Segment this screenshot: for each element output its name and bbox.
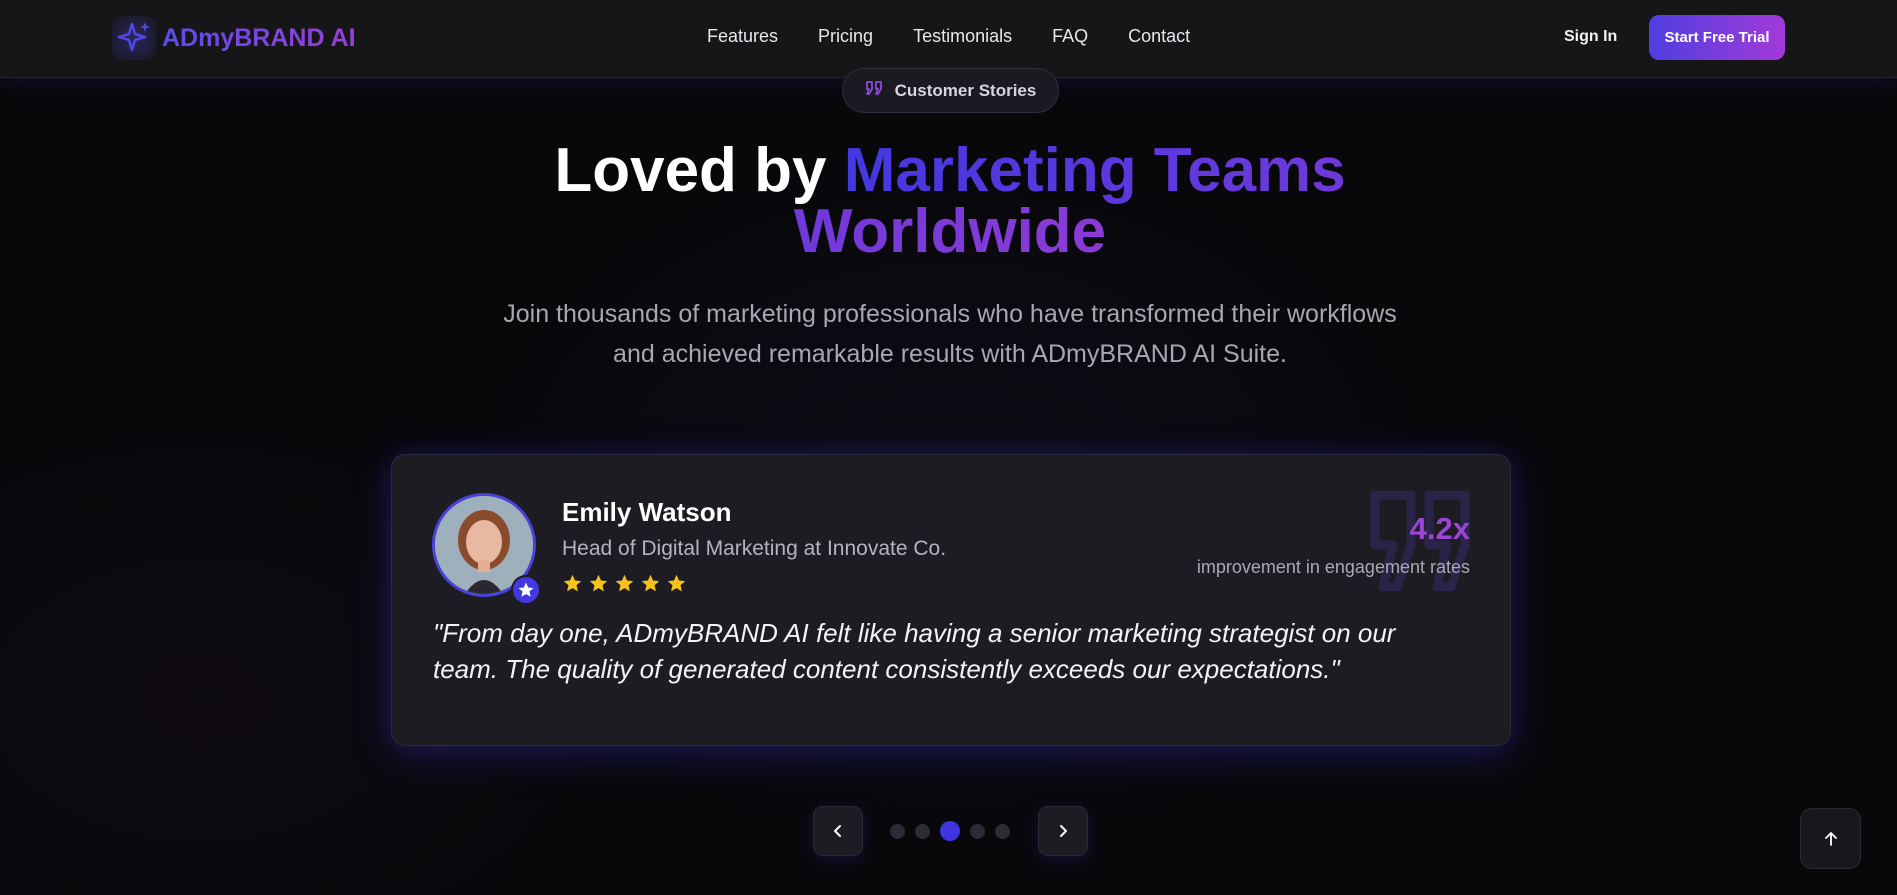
section-title: Loved by Marketing Teams Worldwide (450, 140, 1450, 263)
nav-link-faq[interactable]: FAQ (1052, 26, 1088, 47)
nav-link-features[interactable]: Features (707, 26, 778, 47)
section-badge: Customer Stories (842, 68, 1059, 113)
rating-stars (562, 573, 692, 594)
quote-icon (865, 79, 885, 102)
title-gradient: Marketing Teams Worldwide (793, 136, 1346, 266)
badge-label: Customer Stories (894, 80, 1037, 100)
carousel-dot-active[interactable] (940, 821, 960, 841)
nav-links: Features Pricing Testimonials FAQ Contac… (707, 26, 1230, 47)
person-name: Emily Watson (562, 497, 732, 527)
carousel-dots (890, 821, 1020, 841)
previous-button[interactable] (813, 806, 863, 856)
next-button[interactable] (1038, 806, 1088, 856)
carousel-dot[interactable] (890, 823, 905, 839)
sign-in-link[interactable]: Sign In (1564, 28, 1617, 46)
star-icon (563, 574, 582, 592)
title-plain: Loved by (554, 136, 827, 205)
section-subtitle: Join thousands of marketing professional… (503, 300, 1397, 368)
star-icon (589, 574, 608, 592)
person-role: Head of Digital Marketing at Innovate Co… (562, 537, 947, 560)
navbar: ADmyBRAND AI Features Pricing Testimonia… (0, 0, 1897, 78)
chevron-right-icon (1060, 825, 1067, 837)
brand-name: ADmyBRAND AI (162, 23, 356, 52)
nav-link-contact[interactable]: Contact (1128, 26, 1190, 47)
star-icon (615, 574, 634, 592)
nav-link-pricing[interactable]: Pricing (818, 26, 873, 47)
star-icon (667, 574, 686, 592)
star-badge-icon (511, 575, 541, 605)
nav-link-testimonials[interactable]: Testimonials (913, 26, 1012, 47)
sparkles-icon (112, 16, 156, 60)
chevron-left-icon (834, 825, 841, 837)
arrow-up-icon (1824, 831, 1837, 846)
testimonial-card: Emily Watson Head of Digital Marketing a… (391, 454, 1511, 746)
carousel-dot[interactable] (970, 823, 985, 839)
scroll-to-top-button[interactable] (1800, 808, 1861, 869)
start-free-trial-button[interactable]: Start Free Trial (1649, 15, 1785, 60)
carousel-dot[interactable] (915, 823, 930, 839)
metric-value: 4.2x (1409, 511, 1470, 546)
star-icon (641, 574, 660, 592)
testimonial-quote: "From day one, ADmyBRAND AI felt like ha… (433, 618, 1396, 684)
carousel-dot[interactable] (995, 823, 1010, 839)
metric-label: improvement in engagement rates (1196, 557, 1470, 577)
brand-logo[interactable]: ADmyBRAND AI (112, 16, 356, 60)
